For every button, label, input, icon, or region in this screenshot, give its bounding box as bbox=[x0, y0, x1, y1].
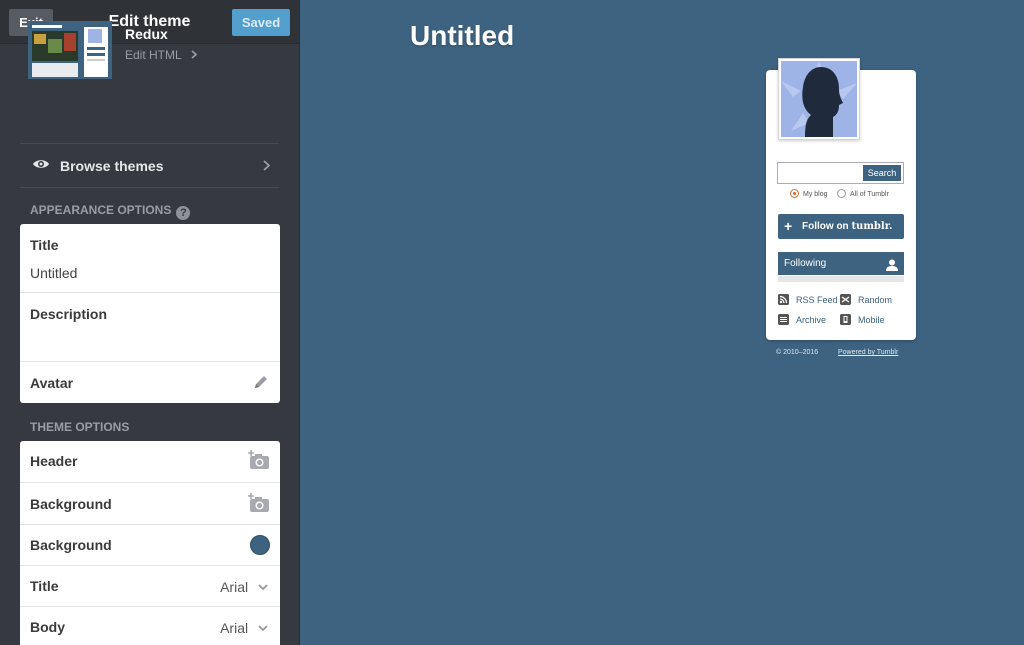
color-swatch-dot bbox=[250, 535, 270, 555]
radio-all-tumblr[interactable]: All of Tumblr bbox=[837, 189, 889, 198]
pencil-icon[interactable] bbox=[252, 373, 270, 396]
body-font-value: Arial bbox=[220, 620, 249, 636]
radio-empty-icon bbox=[837, 189, 846, 198]
following-list bbox=[778, 276, 904, 282]
edit-html-link[interactable]: Edit HTML bbox=[125, 48, 197, 62]
header-option[interactable]: Header bbox=[20, 441, 280, 482]
follow-on-tumblr-button[interactable]: + Follow on tumblr. bbox=[778, 214, 904, 239]
camera-plus-icon[interactable] bbox=[248, 450, 270, 475]
archive-label: Archive bbox=[796, 315, 827, 325]
description-option[interactable]: Description bbox=[20, 292, 280, 361]
appearance-options-label: APPEARANCE OPTIONS bbox=[30, 203, 172, 217]
title-font-label: Title bbox=[30, 578, 59, 594]
avatar-option-label: Avatar bbox=[30, 375, 74, 391]
saved-button[interactable]: Saved bbox=[232, 9, 290, 36]
background-image-option[interactable]: Background bbox=[20, 482, 280, 524]
color-swatch[interactable] bbox=[250, 535, 270, 555]
title-font-select[interactable]: Arial bbox=[220, 578, 268, 595]
follow-text: Follow on bbox=[802, 221, 849, 232]
tumblr-brand: tumblr. bbox=[851, 221, 893, 232]
title-option[interactable]: Title Untitled bbox=[20, 224, 280, 292]
theme-name: Redux bbox=[125, 26, 168, 42]
chevron-down-icon bbox=[258, 619, 268, 635]
mobile-link[interactable]: Mobile bbox=[840, 314, 885, 325]
theme-editor-sidebar: Exit Edit theme Saved Redux Edit HTML bbox=[0, 0, 300, 645]
body-font-option[interactable]: Body Arial bbox=[20, 606, 280, 645]
shuffle-icon bbox=[840, 294, 851, 305]
follow-label: Follow on tumblr. bbox=[802, 214, 893, 239]
radio-my-blog-label: My blog bbox=[803, 191, 828, 198]
plus-icon: + bbox=[784, 218, 793, 234]
rss-feed-label: RSS Feed bbox=[796, 295, 838, 305]
divider bbox=[20, 187, 279, 188]
appearance-options-card: Title Untitled Description Avatar bbox=[20, 224, 280, 403]
random-label: Random bbox=[858, 295, 893, 305]
following-label: Following bbox=[784, 258, 827, 269]
body-font-label: Body bbox=[30, 619, 65, 635]
search-button[interactable]: Search bbox=[863, 165, 901, 181]
chevron-right-icon bbox=[191, 48, 197, 62]
chevron-down-icon bbox=[258, 578, 268, 594]
chevron-right-icon bbox=[263, 158, 271, 176]
powered-by-link[interactable]: Powered by Tumblr bbox=[838, 349, 898, 356]
help-icon[interactable]: ? bbox=[176, 206, 191, 220]
theme-options-card: Header Background Background Title Arial… bbox=[20, 441, 280, 645]
title-font-value: Arial bbox=[220, 579, 249, 595]
radio-my-blog[interactable]: My blog bbox=[790, 189, 828, 198]
title-font-option[interactable]: Title Arial bbox=[20, 565, 280, 606]
rss-icon bbox=[778, 294, 789, 305]
title-input[interactable]: Untitled bbox=[30, 265, 77, 281]
header-option-label: Header bbox=[30, 453, 78, 469]
radio-all-tumblr-label: All of Tumblr bbox=[850, 191, 889, 198]
camera-plus-icon[interactable] bbox=[248, 493, 270, 518]
mobile-icon bbox=[840, 314, 851, 325]
avatar-image bbox=[781, 61, 857, 137]
title-option-label: Title bbox=[30, 237, 59, 253]
random-link[interactable]: Random bbox=[840, 294, 892, 305]
eye-icon bbox=[32, 157, 50, 175]
footer-copyright: © 2010–2016 bbox=[776, 349, 819, 356]
background-color-option[interactable]: Background bbox=[20, 524, 280, 565]
avatar-option[interactable]: Avatar bbox=[20, 361, 280, 403]
archive-icon bbox=[778, 314, 789, 325]
radio-selected-icon bbox=[790, 189, 799, 198]
edit-html-label: Edit HTML bbox=[125, 48, 182, 62]
browse-themes-button[interactable]: Browse themes bbox=[20, 144, 280, 187]
following-header: Following bbox=[778, 252, 904, 275]
search-input[interactable]: Search bbox=[777, 162, 904, 184]
theme-thumbnail[interactable] bbox=[28, 21, 112, 79]
avatar bbox=[778, 58, 860, 140]
browse-themes-label: Browse themes bbox=[60, 158, 164, 174]
theme-options-heading: THEME OPTIONS bbox=[30, 420, 130, 434]
appearance-options-heading: APPEARANCE OPTIONS? bbox=[30, 203, 191, 220]
background-image-label: Background bbox=[30, 496, 112, 512]
blog-title: Untitled bbox=[410, 20, 515, 51]
rss-feed-link[interactable]: RSS Feed bbox=[778, 294, 838, 305]
body-font-select[interactable]: Arial bbox=[220, 619, 268, 636]
description-option-label: Description bbox=[30, 306, 108, 322]
mobile-label: Mobile bbox=[858, 315, 885, 325]
background-color-label: Background bbox=[30, 537, 112, 553]
archive-link[interactable]: Archive bbox=[778, 314, 826, 325]
